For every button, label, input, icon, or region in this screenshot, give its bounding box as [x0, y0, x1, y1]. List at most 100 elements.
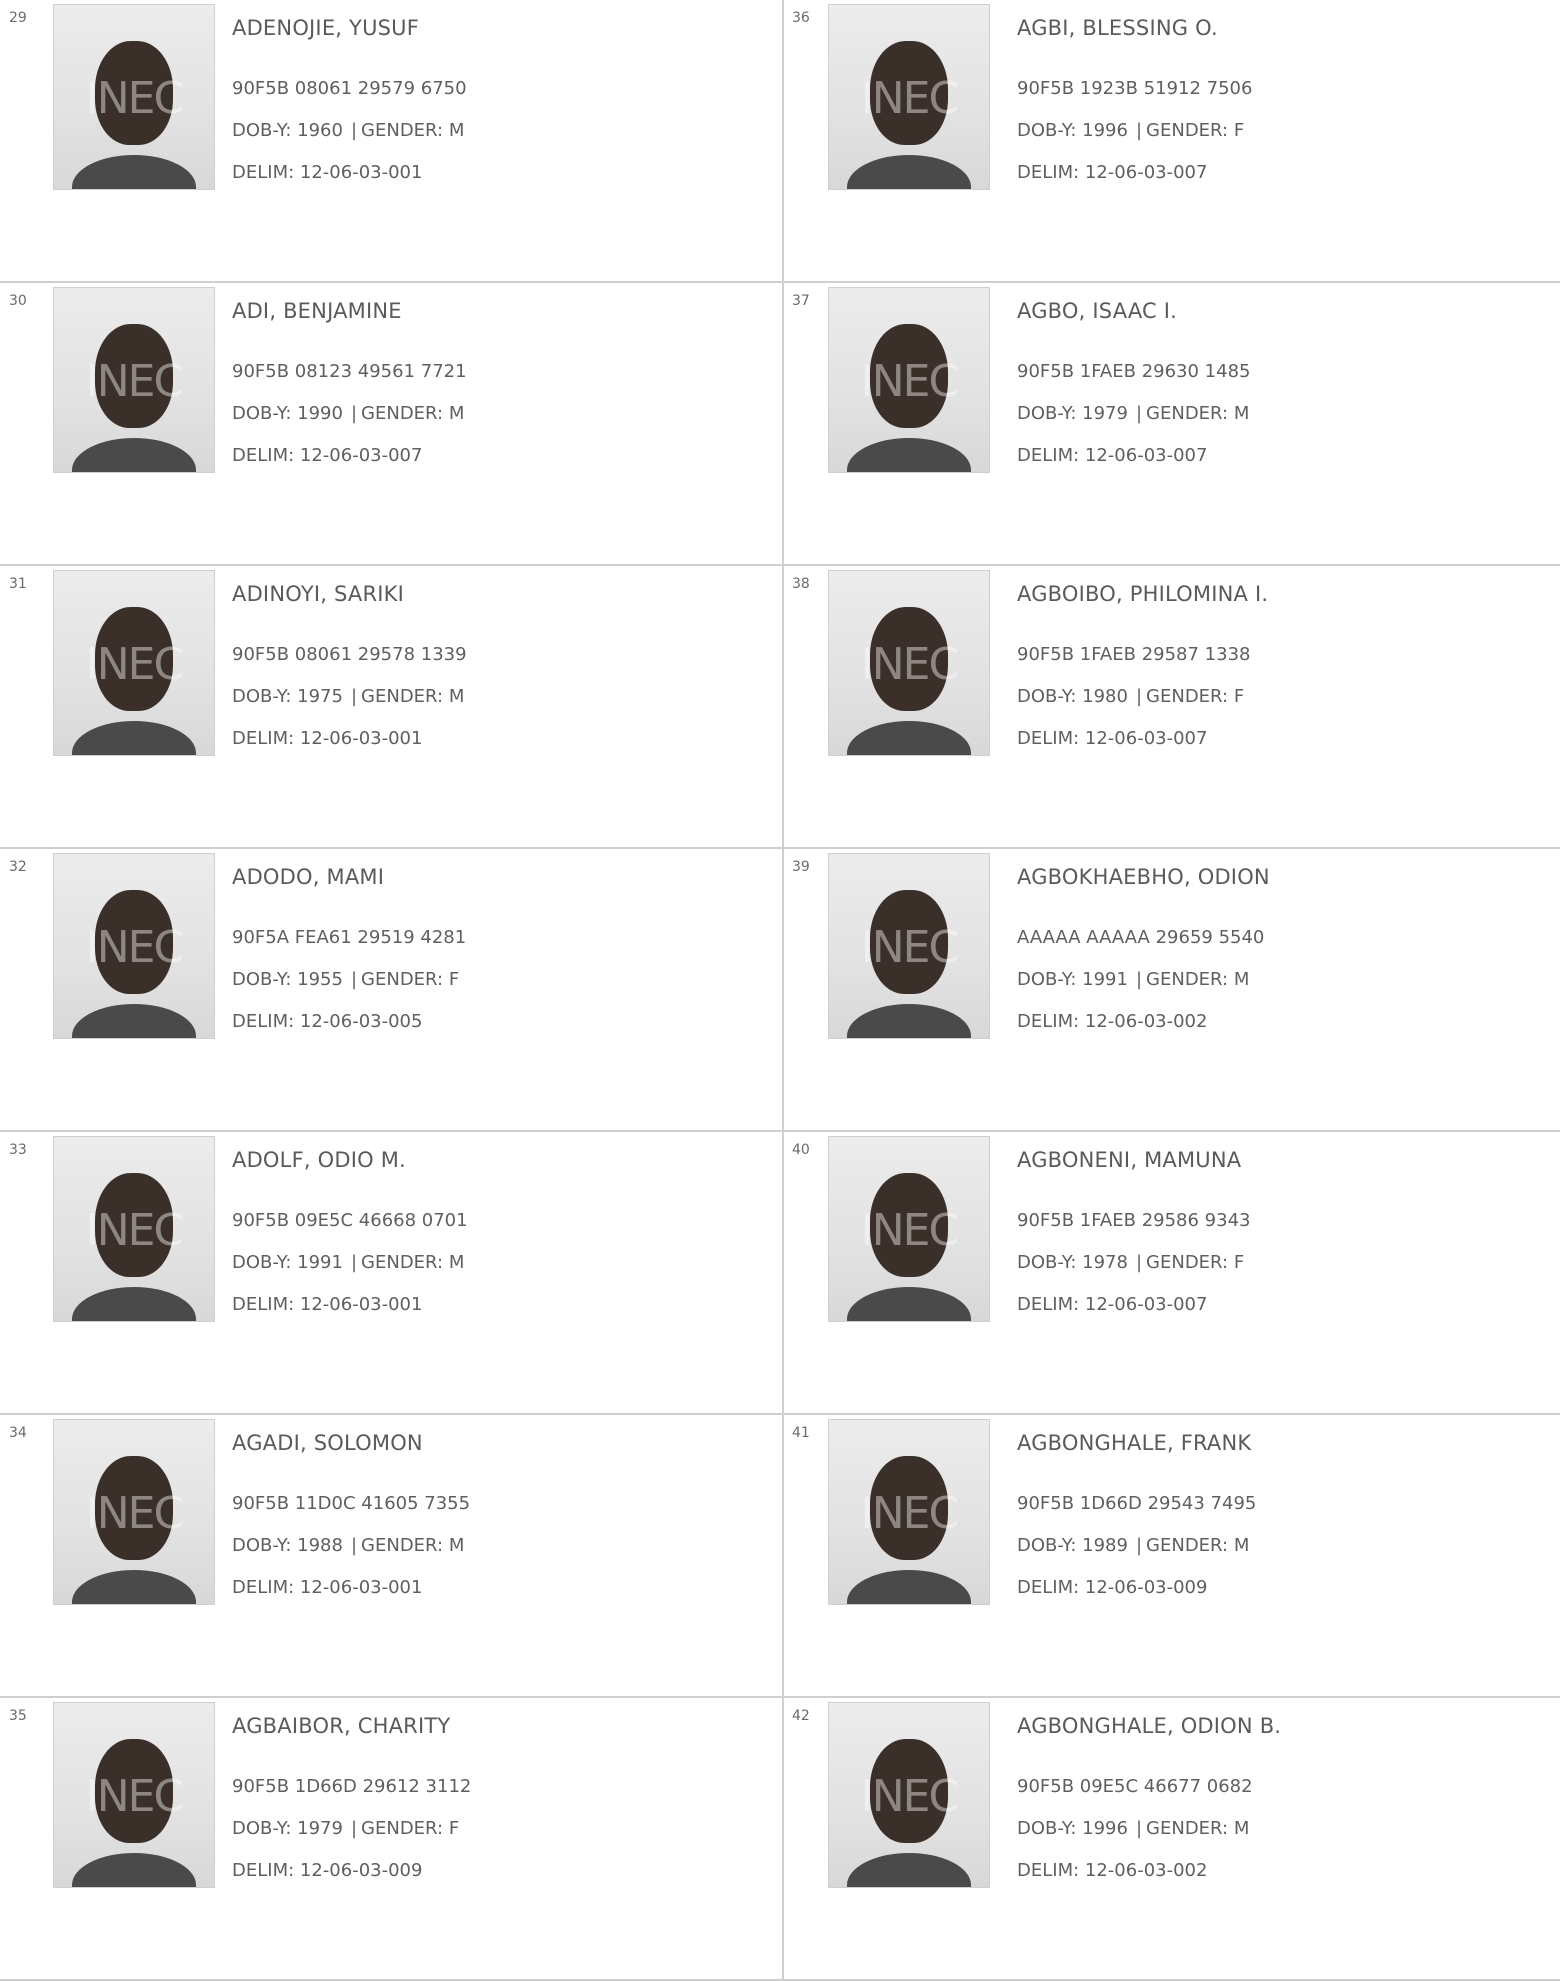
separator: | [350, 120, 358, 141]
voter-info: ADODO, MAMI 90F5A FEA61 29519 4281 DOB-Y… [232, 863, 772, 1033]
voter-delim: DELIM: 12-06-03-001 [232, 1294, 772, 1316]
voter-vin: 90F5B 09E5C 46668 0701 [232, 1210, 468, 1231]
delim-label: DELIM: [1017, 1294, 1080, 1315]
voter-name: AGBONENI, MAMUNA [1017, 1148, 1242, 1172]
voter-delim: DELIM: 12-06-03-001 [232, 1577, 772, 1599]
photo-watermark: INEC [860, 73, 959, 124]
delim-label: DELIM: [1017, 1011, 1080, 1032]
photo-shoulders [72, 438, 196, 472]
dob-year: 1996 [1082, 120, 1128, 141]
photo-shoulders [847, 155, 971, 189]
separator: | [350, 1252, 358, 1273]
voter-vin: 90F5B 08061 29579 6750 [232, 78, 467, 99]
voter-dob-gender: DOB-Y: 1975 | GENDER: M [232, 686, 772, 708]
voter-info: AGADI, SOLOMON 90F5B 11D0C 41605 7355 DO… [232, 1429, 772, 1599]
dob-label: DOB-Y: [1017, 403, 1077, 424]
dob-label: DOB-Y: [1017, 1252, 1077, 1273]
gender-value: M [1233, 403, 1250, 424]
voter-card: 38 INEC AGBOIBO, PHILOMINA I. 90F5B 1FAE… [784, 566, 1560, 849]
voter-photo: INEC [828, 4, 990, 190]
voter-delim: DELIM: 12-06-03-007 [232, 445, 772, 467]
delim-label: DELIM: [1017, 445, 1080, 466]
gender-label: GENDER: [1146, 969, 1229, 990]
voter-card: 32 INEC ADODO, MAMI 90F5A FEA61 29519 42… [0, 849, 784, 1132]
serial-number: 30 [9, 293, 27, 309]
separator: | [1135, 686, 1143, 707]
gender-label: GENDER: [361, 686, 444, 707]
voter-dob-gender: DOB-Y: 1996 | GENDER: M [1017, 1818, 1550, 1840]
voter-name: AGADI, SOLOMON [232, 1431, 423, 1455]
gender-value: M [1233, 969, 1250, 990]
gender-label: GENDER: [1146, 1535, 1229, 1556]
delim-label: DELIM: [232, 1294, 295, 1315]
delim-value: 12-06-03-002 [1084, 1860, 1208, 1881]
voter-dob-gender: DOB-Y: 1978 | GENDER: F [1017, 1252, 1550, 1274]
voter-photo: INEC [828, 1136, 990, 1322]
gender-label: GENDER: [1146, 1818, 1229, 1839]
delim-value: 12-06-03-007 [1084, 162, 1208, 183]
serial-number: 35 [9, 1708, 27, 1724]
gender-value: M [448, 403, 465, 424]
delim-label: DELIM: [232, 1577, 295, 1598]
photo-watermark: INEC [860, 356, 959, 407]
photo-shoulders [847, 438, 971, 472]
dob-year: 1975 [297, 686, 343, 707]
gender-label: GENDER: [1146, 686, 1229, 707]
gender-label: GENDER: [361, 403, 444, 424]
voter-card: 40 INEC AGBONENI, MAMUNA 90F5B 1FAEB 295… [784, 1132, 1560, 1415]
dob-label: DOB-Y: [232, 403, 292, 424]
gender-value: F [448, 1818, 460, 1839]
voter-photo: INEC [53, 570, 215, 756]
voter-photo: INEC [53, 4, 215, 190]
voter-vin: 90F5B 08123 49561 7721 [232, 361, 467, 382]
voter-name: ADENOJIE, YUSUF [232, 16, 420, 40]
photo-watermark: INEC [860, 922, 959, 973]
dob-year: 1979 [1082, 403, 1128, 424]
photo-watermark: INEC [860, 1488, 959, 1539]
voter-delim: DELIM: 12-06-03-005 [232, 1011, 772, 1033]
delim-value: 12-06-03-007 [299, 445, 423, 466]
photo-shoulders [847, 1287, 971, 1321]
photo-watermark: INEC [860, 639, 959, 690]
delim-value: 12-06-03-007 [1084, 728, 1208, 749]
voter-delim: DELIM: 12-06-03-001 [232, 728, 772, 750]
voter-photo: INEC [828, 1702, 990, 1888]
voter-card: 34 INEC AGADI, SOLOMON 90F5B 11D0C 41605… [0, 1415, 784, 1698]
photo-watermark: INEC [85, 1771, 184, 1822]
voter-vin: 90F5A FEA61 29519 4281 [232, 927, 467, 948]
gender-label: GENDER: [361, 1818, 444, 1839]
voter-delim: DELIM: 12-06-03-009 [232, 1860, 772, 1882]
photo-shoulders [847, 1570, 971, 1604]
voter-card: 42 INEC AGBONGHALE, ODION B. 90F5B 09E5C… [784, 1698, 1560, 1981]
voter-name: ADI, BENJAMINE [232, 299, 402, 323]
voter-delim: DELIM: 12-06-03-002 [1017, 1860, 1550, 1882]
voter-card: 41 INEC AGBONGHALE, FRANK 90F5B 1D66D 29… [784, 1415, 1560, 1698]
dob-year: 1980 [1082, 686, 1128, 707]
voter-register: 29 INEC ADENOJIE, YUSUF 90F5B 08061 2957… [0, 0, 1560, 1981]
delim-value: 12-06-03-005 [299, 1011, 423, 1032]
delim-label: DELIM: [232, 445, 295, 466]
voter-dob-gender: DOB-Y: 1960 | GENDER: M [232, 120, 772, 142]
voter-card: 31 INEC ADINOYI, SARIKI 90F5B 08061 2957… [0, 566, 784, 849]
voter-photo: INEC [828, 570, 990, 756]
dob-year: 1996 [1082, 1818, 1128, 1839]
dob-label: DOB-Y: [1017, 1535, 1077, 1556]
gender-label: GENDER: [361, 120, 444, 141]
voter-info: ADOLF, ODIO M. 90F5B 09E5C 46668 0701 DO… [232, 1146, 772, 1316]
dob-year: 1979 [297, 1818, 343, 1839]
voter-name: ADINOYI, SARIKI [232, 582, 405, 606]
voter-dob-gender: DOB-Y: 1991 | GENDER: M [232, 1252, 772, 1274]
delim-value: 12-06-03-009 [1084, 1577, 1208, 1598]
dob-label: DOB-Y: [1017, 1818, 1077, 1839]
gender-value: M [448, 1535, 465, 1556]
serial-number: 38 [792, 576, 810, 592]
photo-watermark: INEC [85, 73, 184, 124]
voter-card: 36 INEC AGBI, BLESSING O. 90F5B 1923B 51… [784, 0, 1560, 283]
voter-delim: DELIM: 12-06-03-007 [1017, 162, 1550, 184]
voter-info: AGBONGHALE, FRANK 90F5B 1D66D 29543 7495… [1017, 1429, 1550, 1599]
delim-label: DELIM: [232, 1860, 295, 1881]
voter-dob-gender: DOB-Y: 1991 | GENDER: M [1017, 969, 1550, 991]
serial-number: 33 [9, 1142, 27, 1158]
voter-info: ADENOJIE, YUSUF 90F5B 08061 29579 6750 D… [232, 14, 772, 184]
voter-vin: 90F5B 08061 29578 1339 [232, 644, 467, 665]
